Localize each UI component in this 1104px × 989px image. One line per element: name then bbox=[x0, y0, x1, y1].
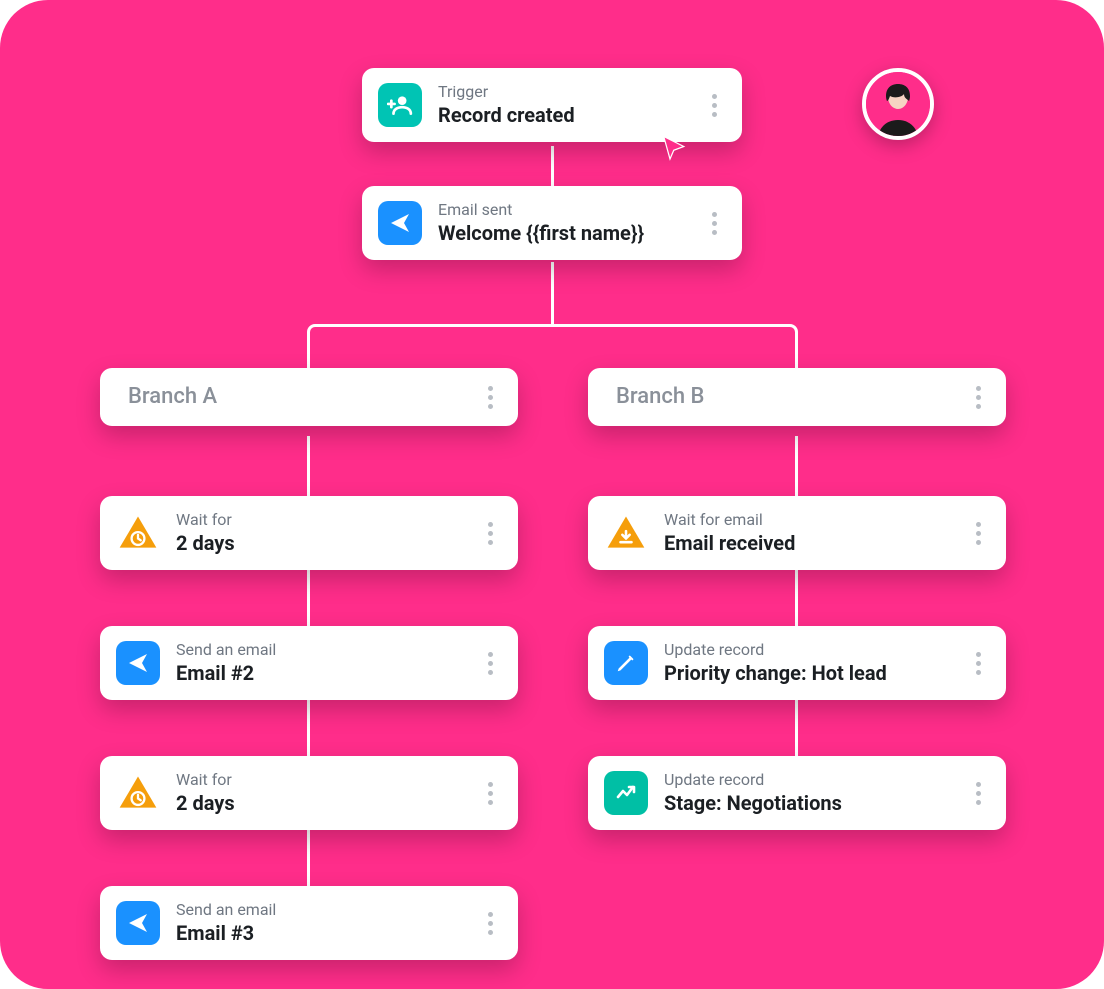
node-menu-button[interactable] bbox=[966, 382, 990, 412]
collaborator-avatar[interactable] bbox=[862, 68, 934, 140]
node-menu-button[interactable] bbox=[478, 908, 502, 938]
node-menu-button[interactable] bbox=[478, 778, 502, 808]
workflow-node-email-sent[interactable]: Email sent Welcome {{first name}} bbox=[362, 186, 742, 260]
node-title: Record created bbox=[438, 103, 686, 128]
node-label: Email sent bbox=[438, 200, 686, 219]
connector-split bbox=[307, 324, 798, 368]
node-title: Stage: Negotiations bbox=[664, 791, 950, 816]
wait-clock-icon bbox=[116, 511, 160, 555]
connector-line bbox=[307, 570, 310, 626]
workflow-node-update-record[interactable]: Update record Stage: Negotiations bbox=[588, 756, 1006, 830]
workflow-branch-a-header[interactable]: Branch A bbox=[100, 368, 518, 426]
connector-line bbox=[307, 830, 310, 886]
node-label: Trigger bbox=[438, 82, 686, 101]
node-menu-button[interactable] bbox=[478, 648, 502, 678]
node-label: Wait for email bbox=[664, 510, 950, 529]
connector-line bbox=[307, 436, 310, 496]
node-title: Email #2 bbox=[176, 661, 462, 686]
send-icon bbox=[378, 201, 422, 245]
node-menu-button[interactable] bbox=[966, 648, 990, 678]
node-menu-button[interactable] bbox=[966, 778, 990, 808]
workflow-node-update-record[interactable]: Update record Priority change: Hot lead bbox=[588, 626, 1006, 700]
branch-title: Branch A bbox=[128, 383, 462, 411]
edit-icon bbox=[604, 641, 648, 685]
workflow-node-wait[interactable]: Wait for 2 days bbox=[100, 756, 518, 830]
node-title: Email received bbox=[664, 531, 950, 556]
node-menu-button[interactable] bbox=[702, 208, 726, 238]
node-label: Wait for bbox=[176, 510, 462, 529]
workflow-node-wait[interactable]: Wait for 2 days bbox=[100, 496, 518, 570]
workflow-node-wait-email[interactable]: Wait for email Email received bbox=[588, 496, 1006, 570]
connector-line bbox=[551, 262, 554, 324]
send-icon bbox=[116, 901, 160, 945]
node-title: 2 days bbox=[176, 531, 462, 556]
node-title: Email #3 bbox=[176, 921, 462, 946]
node-title: 2 days bbox=[176, 791, 462, 816]
node-label: Update record bbox=[664, 770, 950, 789]
node-menu-button[interactable] bbox=[478, 382, 502, 412]
workflow-canvas: Trigger Record created Email sent Welcom… bbox=[0, 0, 1104, 989]
node-label: Update record bbox=[664, 640, 950, 659]
workflow-node-send-email[interactable]: Send an email Email #2 bbox=[100, 626, 518, 700]
connector-line bbox=[795, 436, 798, 496]
workflow-node-trigger[interactable]: Trigger Record created bbox=[362, 68, 742, 142]
wait-download-icon bbox=[604, 511, 648, 555]
node-title: Priority change: Hot lead bbox=[664, 661, 950, 686]
node-menu-button[interactable] bbox=[966, 518, 990, 548]
connector-line bbox=[551, 146, 554, 186]
person-add-icon bbox=[378, 83, 422, 127]
node-label: Send an email bbox=[176, 900, 462, 919]
connector-line bbox=[795, 700, 798, 756]
node-menu-button[interactable] bbox=[478, 518, 502, 548]
wait-clock-icon bbox=[116, 771, 160, 815]
node-title: Welcome {{first name}} bbox=[438, 221, 686, 246]
trend-icon bbox=[604, 771, 648, 815]
connector-line bbox=[307, 700, 310, 756]
workflow-branch-b-header[interactable]: Branch B bbox=[588, 368, 1006, 426]
node-menu-button[interactable] bbox=[702, 90, 726, 120]
node-label: Wait for bbox=[176, 770, 462, 789]
workflow-node-send-email[interactable]: Send an email Email #3 bbox=[100, 886, 518, 960]
send-icon bbox=[116, 641, 160, 685]
node-label: Send an email bbox=[176, 640, 462, 659]
branch-title: Branch B bbox=[616, 383, 950, 411]
connector-line bbox=[795, 570, 798, 626]
